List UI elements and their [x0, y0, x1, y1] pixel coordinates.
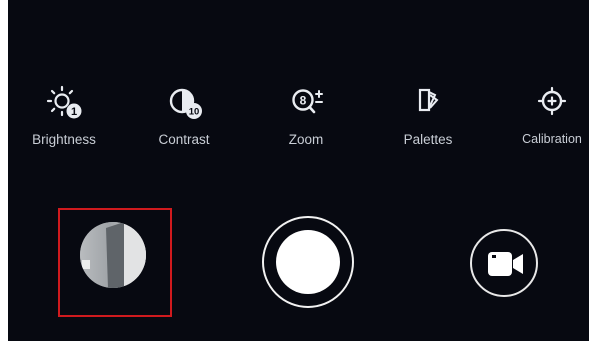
brightness-label: Brightness — [32, 132, 96, 147]
zoom-button[interactable]: 8 Zoom — [261, 84, 351, 154]
settings-toolbar: 1 Brightness 10 Contrast 8 Zoom Palettes… — [8, 84, 589, 154]
brightness-icon: 1 — [44, 84, 84, 122]
shutter-button[interactable] — [262, 216, 354, 308]
calibration-label: Calibration — [522, 132, 582, 146]
brightness-button[interactable]: 1 Brightness — [19, 84, 109, 154]
zoom-label: Zoom — [288, 132, 324, 147]
camera-screen: 1 Brightness 10 Contrast 8 Zoom Palettes… — [8, 0, 589, 341]
video-camera-icon — [488, 252, 523, 276]
palettes-icon — [408, 84, 448, 122]
contrast-icon: 10 — [164, 84, 204, 122]
contrast-label: Contrast — [158, 132, 210, 147]
svg-text:1: 1 — [71, 106, 77, 118]
calibration-button[interactable]: Calibration — [507, 84, 597, 154]
svg-text:10: 10 — [189, 107, 200, 118]
video-record-button[interactable] — [470, 229, 538, 297]
svg-text:8: 8 — [300, 94, 307, 108]
palettes-label: Palettes — [403, 132, 453, 147]
shutter-icon — [276, 230, 340, 294]
calibration-icon — [532, 84, 572, 122]
palettes-button[interactable]: Palettes — [383, 84, 473, 154]
contrast-button[interactable]: 10 Contrast — [139, 84, 229, 154]
zoom-icon: 8 — [286, 84, 326, 122]
gallery-thumbnail[interactable] — [80, 222, 146, 288]
